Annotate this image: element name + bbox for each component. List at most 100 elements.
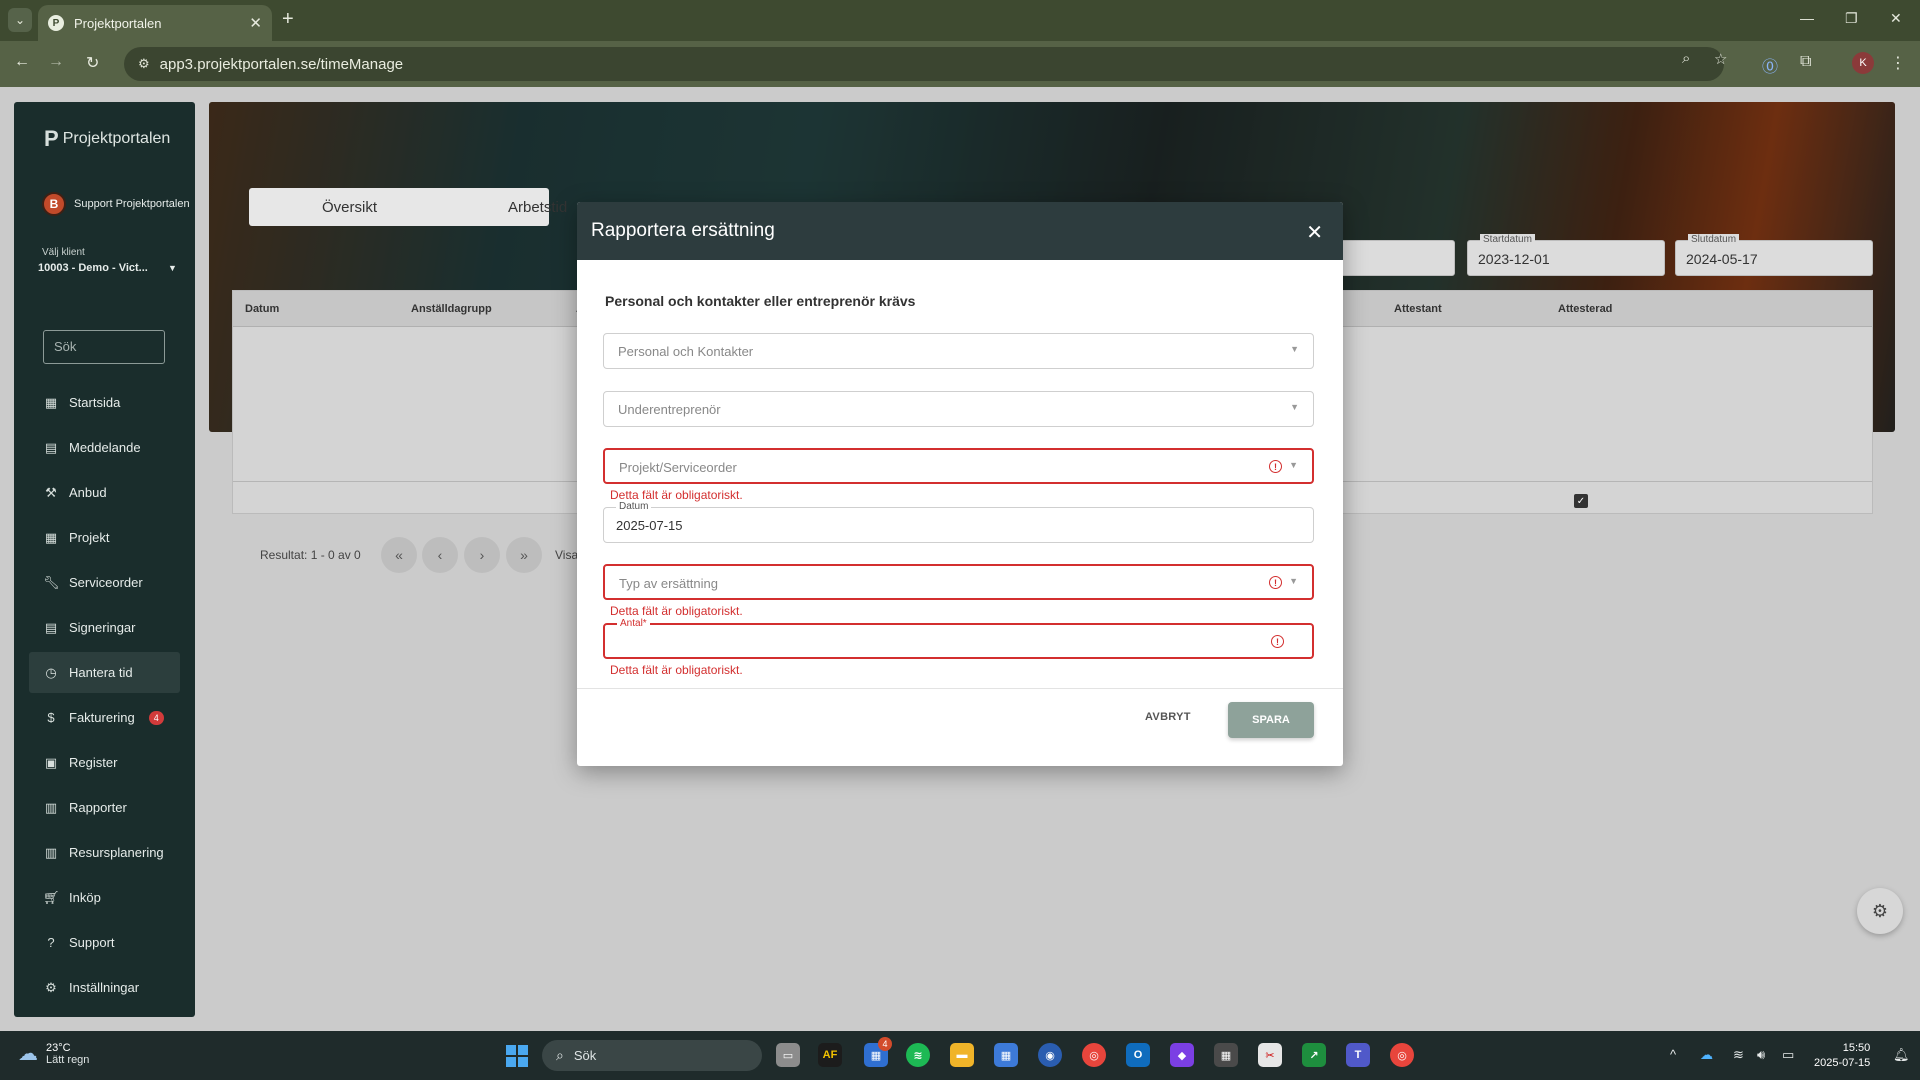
file-explorer-icon[interactable]: ▬ bbox=[950, 1043, 974, 1067]
sidebar-item-register[interactable]: ▣ Register bbox=[29, 742, 180, 783]
ms-store-icon[interactable]: ▦ bbox=[994, 1043, 1018, 1067]
chevron-down-icon[interactable]: ▼ bbox=[168, 263, 177, 273]
sidebar-item-projekt[interactable]: ▦ Projekt bbox=[29, 517, 180, 558]
notification-badge: 4 bbox=[878, 1037, 892, 1051]
browser-tab-strip: ⌄ P Projektportalen ✕ + — ❐ ✕ bbox=[0, 0, 1920, 41]
bookmark-star-icon[interactable]: ☆ bbox=[1714, 50, 1727, 68]
chrome-icon[interactable]: ◎ bbox=[1082, 1043, 1106, 1067]
cancel-button[interactable]: AVBRYT bbox=[1145, 711, 1191, 723]
chevron-down-icon: ▼ bbox=[1289, 460, 1298, 470]
minimize-button[interactable]: — bbox=[1800, 10, 1814, 26]
new-tab-button[interactable]: + bbox=[282, 8, 294, 31]
task-view-icon[interactable]: ▭ bbox=[776, 1043, 800, 1067]
attesterad-checkbox[interactable]: ✓ bbox=[1574, 494, 1588, 508]
sidebar-search-input[interactable]: Sök bbox=[43, 330, 165, 364]
stocks-icon[interactable]: ↗ bbox=[1302, 1043, 1326, 1067]
last-page-button[interactable]: » bbox=[506, 537, 542, 573]
site-info-icon[interactable]: ⚙ bbox=[138, 56, 150, 72]
end-date-label: Slutdatum bbox=[1688, 234, 1740, 245]
url-bar[interactable]: ⚙ app3.projektportalen.se/timeManage bbox=[124, 47, 1724, 81]
project-select[interactable]: Projekt/Serviceorder ! ▼ bbox=[603, 448, 1314, 484]
compensation-type-select[interactable]: Typ av ersättning ! ▼ bbox=[603, 564, 1314, 600]
tab-oversikt[interactable]: Översikt bbox=[322, 199, 377, 216]
chrome-profile-icon[interactable]: ◎ bbox=[1390, 1043, 1414, 1067]
browser-menu-icon[interactable]: ⋮ bbox=[1890, 53, 1906, 73]
sidebar-item-label: Inköp bbox=[69, 890, 101, 905]
zoom-icon[interactable]: ⌕ bbox=[1682, 50, 1690, 67]
sidebar-item-label: Signeringar bbox=[69, 620, 136, 635]
app-icon[interactable]: ◆ bbox=[1170, 1043, 1194, 1067]
column-header-anstalldagrupp[interactable]: Anställdagrupp bbox=[411, 303, 492, 315]
close-tab-icon[interactable]: ✕ bbox=[249, 14, 262, 32]
sidebar-item-support[interactable]: ? Support bbox=[29, 922, 180, 963]
logo[interactable]: P Projektportalen bbox=[44, 126, 170, 152]
extensions-icon[interactable]: ⧉ bbox=[1800, 53, 1811, 71]
sidebar-item-hantera-tid[interactable]: ◷ Hantera tid bbox=[29, 652, 180, 693]
snipping-tool-icon[interactable]: ✂ bbox=[1258, 1043, 1282, 1067]
calculator-icon[interactable]: ▦ bbox=[1214, 1043, 1238, 1067]
restore-button[interactable]: ❐ bbox=[1845, 10, 1858, 27]
battery-icon[interactable]: ▭ bbox=[1782, 1047, 1794, 1063]
sidebar-item-anbud[interactable]: ⚒ Anbud bbox=[29, 472, 180, 513]
system-clock[interactable]: 15:50 2025-07-15 bbox=[1814, 1041, 1870, 1071]
teams-icon[interactable]: T bbox=[1346, 1043, 1370, 1067]
client-select[interactable]: 10003 - Demo - Vict... bbox=[38, 262, 178, 274]
column-header-datum[interactable]: Datum bbox=[245, 303, 279, 315]
sidebar-item-label: Rapporter bbox=[69, 800, 127, 815]
forward-button[interactable]: → bbox=[48, 53, 64, 71]
tab-arbetstid[interactable]: Arbetstid bbox=[508, 199, 567, 216]
gear-icon: ⚙ bbox=[1871, 900, 1889, 921]
sidebar-item-serviceorder[interactable]: 🔧︎ Serviceorder bbox=[29, 562, 180, 603]
save-button[interactable]: SPARA bbox=[1228, 702, 1314, 738]
column-header-attesterad[interactable]: Attesterad bbox=[1558, 303, 1612, 315]
back-button[interactable]: ← bbox=[14, 53, 30, 71]
af-app-icon[interactable]: AF bbox=[818, 1043, 842, 1067]
user-profile[interactable]: B Support Projektportalen bbox=[42, 192, 202, 216]
settings-fab[interactable]: ⚙ bbox=[1857, 888, 1903, 934]
sidebar-item-meddelande[interactable]: ▤ Meddelande bbox=[29, 427, 180, 468]
password-manager-icon[interactable]: ⓪ bbox=[1762, 53, 1778, 77]
end-date-field[interactable]: Slutdatum 2024-05-17 bbox=[1675, 234, 1873, 276]
close-window-button[interactable]: ✕ bbox=[1890, 10, 1902, 27]
onedrive-icon[interactable]: ☁ bbox=[1700, 1047, 1713, 1063]
reload-button[interactable]: ↻ bbox=[86, 53, 99, 73]
bell-icon[interactable]: 🔔︎ bbox=[1893, 1047, 1910, 1063]
sidebar-item-fakturering[interactable]: $ Fakturering 4 bbox=[29, 697, 180, 738]
spotify-icon[interactable]: ≋ bbox=[906, 1043, 930, 1067]
wrench-icon: 🔧︎ bbox=[43, 574, 60, 590]
sidebar-item-resursplanering[interactable]: ▥ Resursplanering bbox=[29, 832, 180, 873]
sidebar-item-inkop[interactable]: 🛒︎ Inköp bbox=[29, 877, 180, 918]
browser-tab[interactable]: P Projektportalen ✕ bbox=[38, 5, 272, 41]
outlook-icon[interactable]: O bbox=[1126, 1043, 1150, 1067]
tab-search-button[interactable]: ⌄ bbox=[8, 8, 32, 32]
date-field[interactable]: Datum 2025-07-15 bbox=[603, 501, 1314, 543]
first-page-button[interactable]: « bbox=[381, 537, 417, 573]
start-date-field[interactable]: Startdatum 2023-12-01 bbox=[1467, 234, 1665, 276]
rain-cloud-icon: ☁ bbox=[18, 1043, 38, 1065]
user-name: Support Projektportalen bbox=[74, 198, 190, 210]
sidebar-item-rapporter[interactable]: ▥ Rapporter bbox=[29, 787, 180, 828]
sidebar-item-installningar[interactable]: ⚙ Inställningar bbox=[29, 967, 180, 1008]
volume-icon[interactable]: 🔊︎ bbox=[1757, 1047, 1765, 1063]
taskbar-search[interactable]: ⌕ Sök bbox=[542, 1040, 762, 1071]
sidebar-item-label: Fakturering bbox=[69, 710, 135, 725]
personal-select[interactable]: Personal och Kontakter ▼ bbox=[603, 333, 1314, 369]
report-compensation-dialog: Rapportera ersättning ✕ Personal och kon… bbox=[577, 202, 1343, 766]
projektportalen-favicon: P bbox=[48, 15, 64, 31]
sidebar-item-startsida[interactable]: ▦ Startsida bbox=[29, 382, 180, 423]
start-button[interactable] bbox=[506, 1045, 528, 1067]
next-page-button[interactable]: › bbox=[464, 537, 500, 573]
column-header-attestant[interactable]: Attestant bbox=[1394, 303, 1442, 315]
chevron-up-icon[interactable]: ^ bbox=[1670, 1047, 1676, 1062]
dollar-icon: $ bbox=[47, 710, 55, 725]
sidebar-item-signeringar[interactable]: ▤ Signeringar bbox=[29, 607, 180, 648]
subcontractor-select[interactable]: Underentreprenör ▼ bbox=[603, 391, 1314, 427]
quantity-input[interactable]: Antal* ! bbox=[603, 618, 1314, 659]
wifi-icon[interactable]: ≋ bbox=[1733, 1047, 1744, 1063]
sidebar-item-label: Inställningar bbox=[69, 980, 140, 995]
close-icon[interactable]: ✕ bbox=[1306, 220, 1323, 245]
weather-widget[interactable]: ☁ 23°C Lätt regn bbox=[18, 1041, 89, 1066]
profile-avatar[interactable]: K bbox=[1852, 52, 1874, 74]
prev-page-button[interactable]: ‹ bbox=[422, 537, 458, 573]
app-icon[interactable]: ◉ bbox=[1038, 1043, 1062, 1067]
